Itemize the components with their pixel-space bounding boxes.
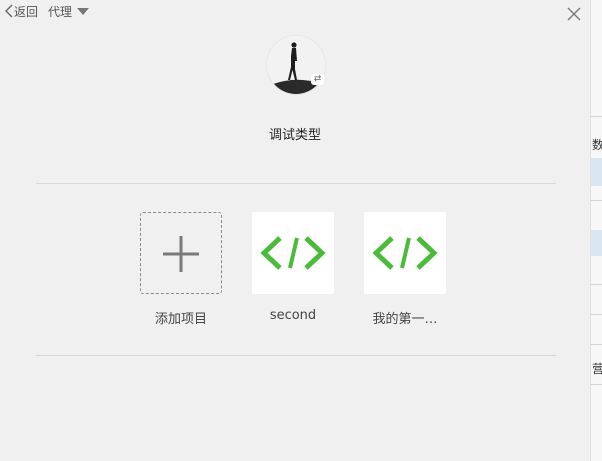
code-icon bbox=[260, 236, 326, 270]
sliver-text: 营 bbox=[592, 362, 602, 376]
avatar[interactable] bbox=[266, 35, 326, 95]
sliver-text: 数 bbox=[592, 138, 602, 152]
walking-person-avatar-image bbox=[267, 36, 325, 94]
project-label: second bbox=[269, 308, 317, 323]
debug-type-label: 调试类型 bbox=[268, 128, 321, 143]
debug-type-panel: 返回 代理 数 营 ⇄ 调试类型 添加项目 second 我的第一… bbox=[0, 0, 602, 461]
proxy-label: 代理 bbox=[48, 4, 73, 19]
project-label: 我的第一… bbox=[372, 312, 438, 327]
project-tile[interactable] bbox=[252, 212, 334, 294]
sliver-highlight bbox=[591, 230, 602, 256]
proxy-dropdown[interactable]: 代理 bbox=[48, 3, 90, 20]
background-window-edge: 数 营 bbox=[590, 0, 602, 461]
close-icon[interactable] bbox=[566, 6, 582, 22]
plus-icon bbox=[163, 236, 199, 272]
caret-down-icon bbox=[77, 7, 90, 15]
code-icon bbox=[372, 236, 438, 270]
divider bbox=[36, 355, 556, 356]
sliver-divider bbox=[591, 116, 602, 117]
project-tile[interactable] bbox=[364, 212, 446, 294]
add-project-label: 添加项目 bbox=[154, 312, 207, 327]
back-label: 返回 bbox=[14, 4, 39, 19]
sliver-divider bbox=[591, 344, 602, 345]
sliver-divider bbox=[591, 284, 602, 285]
divider bbox=[36, 183, 556, 184]
sliver-divider bbox=[591, 384, 602, 385]
switch-icon[interactable]: ⇄ bbox=[311, 74, 324, 85]
sliver-divider bbox=[591, 200, 602, 201]
top-bar: 返回 代理 bbox=[4, 2, 90, 20]
back-button[interactable]: 返回 bbox=[4, 3, 38, 20]
sliver-highlight bbox=[591, 158, 602, 186]
chevron-left-icon bbox=[5, 4, 13, 18]
add-project-button[interactable] bbox=[140, 212, 222, 294]
sliver-divider bbox=[591, 314, 602, 315]
